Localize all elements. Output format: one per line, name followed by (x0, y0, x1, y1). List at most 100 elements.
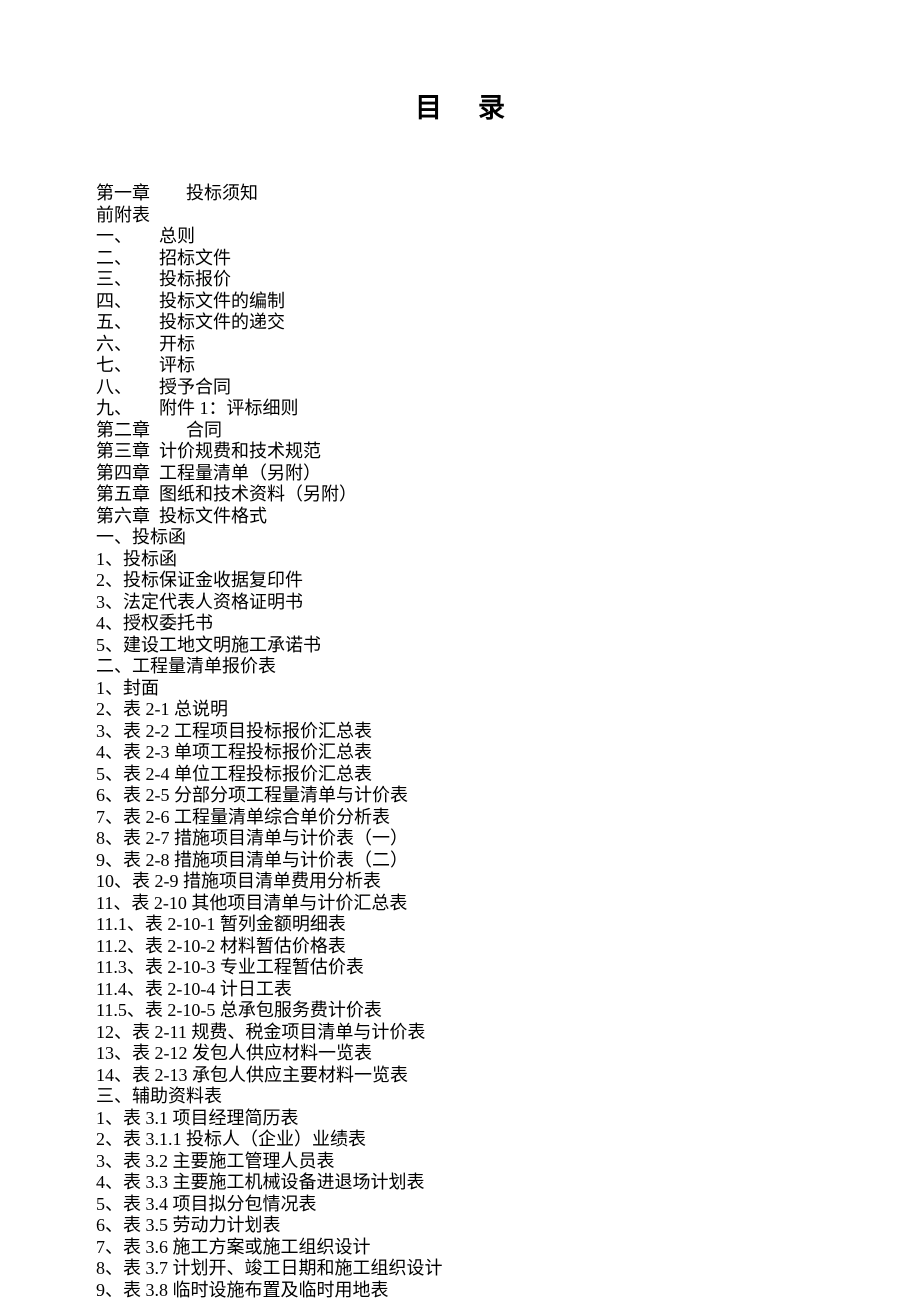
toc-entry: 第二章 合同 (96, 420, 860, 442)
document-page: 目录 第一章 投标须知前附表一、 总则二、 招标文件三、 投标报价四、 投标文件… (0, 0, 920, 1302)
toc-entry-prefix: 六、 (96, 334, 159, 356)
table-of-contents: 第一章 投标须知前附表一、 总则二、 招标文件三、 投标报价四、 投标文件的编制… (96, 183, 860, 1301)
toc-entry: 5、表 2-4 单位工程投标报价汇总表 (96, 764, 860, 786)
toc-entry-text: 9、表 2-8 措施项目清单与计价表（二） (96, 850, 408, 872)
toc-entry-prefix: 第四章 (96, 463, 159, 485)
toc-entry-text: 1、封面 (96, 678, 159, 700)
toc-entry-text: 投标文件格式 (159, 506, 267, 528)
toc-entry-text: 总则 (159, 226, 195, 248)
toc-entry-text: 图纸和技术资料（另附） (159, 484, 357, 506)
toc-entry-text: 二、工程量清单报价表 (96, 656, 276, 678)
toc-entry: 11.3、表 2-10-3 专业工程暂估价表 (96, 957, 860, 979)
toc-entry: 第四章 工程量清单（另附） (96, 463, 860, 485)
toc-entry: 三、 投标报价 (96, 269, 860, 291)
toc-entry-text: 投标须知 (186, 183, 258, 205)
toc-entry: 4、表 2-3 单项工程投标报价汇总表 (96, 742, 860, 764)
toc-entry-text: 11、表 2-10 其他项目清单与计价汇总表 (96, 893, 407, 915)
toc-entry-text: 1、表 3.1 项目经理简历表 (96, 1108, 299, 1130)
toc-entry-prefix: 二、 (96, 248, 159, 270)
toc-entry: 五、 投标文件的递交 (96, 312, 860, 334)
toc-entry-text: 12、表 2-11 规费、税金项目清单与计价表 (96, 1022, 425, 1044)
toc-entry-text: 1、投标函 (96, 549, 177, 571)
toc-entry: 八、 授予合同 (96, 377, 860, 399)
page-title: 目录 (96, 86, 860, 125)
toc-entry: 四、 投标文件的编制 (96, 291, 860, 313)
toc-entry-prefix: 第二章 (96, 420, 186, 442)
toc-entry-text: 投标文件的编制 (159, 291, 285, 313)
toc-entry-prefix: 一、 (96, 226, 159, 248)
toc-entry-text: 计价规费和技术规范 (159, 441, 321, 463)
toc-entry: 7、表 2-6 工程量清单综合单价分析表 (96, 807, 860, 829)
toc-entry: 1、表 3.1 项目经理简历表 (96, 1108, 860, 1130)
toc-entry: 8、表 3.7 计划开、竣工日期和施工组织设计 (96, 1258, 860, 1280)
toc-entry-text: 8、表 2-7 措施项目清单与计价表（一） (96, 828, 408, 850)
toc-entry-text: 投标报价 (159, 269, 231, 291)
toc-entry: 9、表 3.8 临时设施布置及临时用地表 (96, 1280, 860, 1302)
toc-entry-text: 14、表 2-13 承包人供应主要材料一览表 (96, 1065, 408, 1087)
toc-entry-text: 6、表 3.5 劳动力计划表 (96, 1215, 281, 1237)
toc-entry: 第五章 图纸和技术资料（另附） (96, 484, 860, 506)
toc-entry: 3、表 2-2 工程项目投标报价汇总表 (96, 721, 860, 743)
toc-entry-text: 一、投标函 (96, 527, 186, 549)
toc-entry-text: 附件 1：评标细则 (159, 398, 299, 420)
toc-entry-text: 8、表 3.7 计划开、竣工日期和施工组织设计 (96, 1258, 443, 1280)
toc-entry: 13、表 2-12 发包人供应材料一览表 (96, 1043, 860, 1065)
toc-entry-text: 3、法定代表人资格证明书 (96, 592, 303, 614)
toc-entry-text: 11.3、表 2-10-3 专业工程暂估价表 (96, 957, 364, 979)
toc-entry-text: 11.4、表 2-10-4 计日工表 (96, 979, 292, 1001)
toc-entry: 4、授权委托书 (96, 613, 860, 635)
toc-entry-text: 7、表 2-6 工程量清单综合单价分析表 (96, 807, 390, 829)
toc-entry-text: 合同 (186, 420, 222, 442)
toc-entry: 三、辅助资料表 (96, 1086, 860, 1108)
toc-entry: 1、投标函 (96, 549, 860, 571)
toc-entry: 一、 总则 (96, 226, 860, 248)
toc-entry: 11.4、表 2-10-4 计日工表 (96, 979, 860, 1001)
toc-entry-text: 13、表 2-12 发包人供应材料一览表 (96, 1043, 372, 1065)
toc-entry: 2、投标保证金收据复印件 (96, 570, 860, 592)
toc-entry: 3、表 3.2 主要施工管理人员表 (96, 1151, 860, 1173)
toc-entry-text: 6、表 2-5 分部分项工程量清单与计价表 (96, 785, 408, 807)
toc-entry-text: 2、投标保证金收据复印件 (96, 570, 303, 592)
toc-entry-text: 7、表 3.6 施工方案或施工组织设计 (96, 1237, 371, 1259)
toc-entry: 6、表 2-5 分部分项工程量清单与计价表 (96, 785, 860, 807)
toc-entry: 6、表 3.5 劳动力计划表 (96, 1215, 860, 1237)
toc-entry-prefix: 八、 (96, 377, 159, 399)
toc-entry-text: 4、表 2-3 单项工程投标报价汇总表 (96, 742, 372, 764)
toc-entry: 七、 评标 (96, 355, 860, 377)
toc-entry-text: 前附表 (96, 205, 150, 227)
toc-entry: 8、表 2-7 措施项目清单与计价表（一） (96, 828, 860, 850)
toc-entry-text: 评标 (159, 355, 195, 377)
toc-entry-text: 2、表 3.1.1 投标人（企业）业绩表 (96, 1129, 366, 1151)
toc-entry-text: 投标文件的递交 (159, 312, 285, 334)
toc-entry: 10、表 2-9 措施项目清单费用分析表 (96, 871, 860, 893)
toc-entry: 9、表 2-8 措施项目清单与计价表（二） (96, 850, 860, 872)
toc-entry-text: 11.1、表 2-10-1 暂列金额明细表 (96, 914, 346, 936)
toc-entry: 11.5、表 2-10-5 总承包服务费计价表 (96, 1000, 860, 1022)
toc-entry-text: 三、辅助资料表 (96, 1086, 222, 1108)
toc-entry: 第六章 投标文件格式 (96, 506, 860, 528)
toc-entry-prefix: 四、 (96, 291, 159, 313)
toc-entry-prefix: 第五章 (96, 484, 159, 506)
toc-entry-text: 11.5、表 2-10-5 总承包服务费计价表 (96, 1000, 382, 1022)
toc-entry-text: 招标文件 (159, 248, 231, 270)
toc-entry: 六、 开标 (96, 334, 860, 356)
toc-entry-text: 4、授权委托书 (96, 613, 213, 635)
toc-entry: 5、建设工地文明施工承诺书 (96, 635, 860, 657)
toc-entry: 1、封面 (96, 678, 860, 700)
toc-entry-text: 5、表 3.4 项目拟分包情况表 (96, 1194, 317, 1216)
toc-entry-text: 9、表 3.8 临时设施布置及临时用地表 (96, 1280, 389, 1302)
toc-entry: 2、表 2-1 总说明 (96, 699, 860, 721)
toc-entry-prefix: 五、 (96, 312, 159, 334)
toc-entry-prefix: 第六章 (96, 506, 159, 528)
toc-entry: 4、表 3.3 主要施工机械设备进退场计划表 (96, 1172, 860, 1194)
toc-entry: 九、 附件 1：评标细则 (96, 398, 860, 420)
toc-entry-text: 授予合同 (159, 377, 231, 399)
toc-entry-prefix: 第三章 (96, 441, 159, 463)
toc-entry: 12、表 2-11 规费、税金项目清单与计价表 (96, 1022, 860, 1044)
toc-entry: 11.2、表 2-10-2 材料暂估价格表 (96, 936, 860, 958)
toc-entry: 5、表 3.4 项目拟分包情况表 (96, 1194, 860, 1216)
toc-entry-prefix: 七、 (96, 355, 159, 377)
toc-entry-text: 3、表 3.2 主要施工管理人员表 (96, 1151, 335, 1173)
toc-entry-prefix: 第一章 (96, 183, 186, 205)
toc-entry-text: 工程量清单（另附） (159, 463, 321, 485)
